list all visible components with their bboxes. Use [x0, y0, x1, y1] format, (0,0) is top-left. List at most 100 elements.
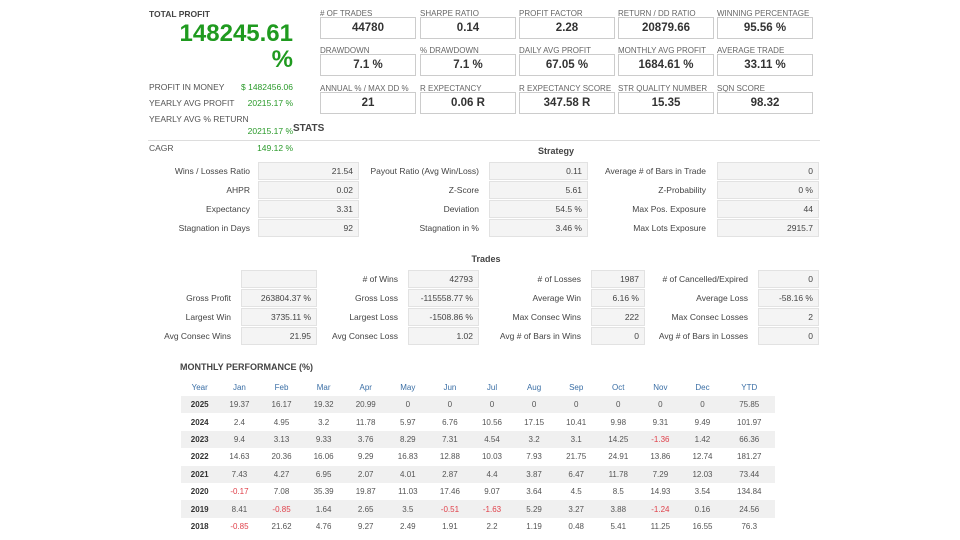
- metric-value: 347.58 R: [519, 92, 615, 114]
- stat-label: Z-Probability: [658, 185, 706, 195]
- month-value-cell: 9.31: [652, 417, 669, 427]
- month-value-cell: 8.5: [612, 487, 624, 497]
- stat-label: Max Lots Exposure: [633, 223, 706, 233]
- month-value-cell: 0: [597, 396, 640, 414]
- month-value-cell: 16.83: [397, 452, 418, 462]
- column-header: Year: [191, 382, 208, 392]
- trade-stat-value: 222: [591, 308, 645, 326]
- month-value-cell: 2.87: [428, 465, 471, 483]
- month-value-cell: 7.29: [639, 465, 682, 483]
- month-value-cell: 0: [681, 396, 724, 414]
- year-cell: 2020: [190, 487, 209, 497]
- month-value-cell: 4.95: [273, 417, 290, 427]
- stat-value: 2915.7: [717, 219, 819, 237]
- stat-label: Stagnation in %: [419, 223, 479, 233]
- month-value-cell: 6.47: [555, 465, 598, 483]
- month-value-cell: 12.88: [439, 452, 460, 462]
- month-value-cell: 12.03: [681, 465, 724, 483]
- year-cell: 2025: [181, 396, 219, 414]
- month-value-cell: -0.17: [230, 487, 249, 497]
- month-value-cell: 0: [470, 396, 514, 414]
- month-value-cell: -1.63: [470, 500, 514, 518]
- month-value-cell: 9.98: [610, 417, 627, 427]
- trade-stat-label: Largest Loss: [349, 312, 398, 322]
- stat-value: 0 %: [717, 181, 819, 199]
- month-value-cell: 20.36: [271, 452, 292, 462]
- monthly-performance-table: Year Jan Feb Mar Apr May Jun Jul Aug Sep Oct Nov Dec…: [181, 378, 775, 535]
- month-value-cell: 4.01: [386, 465, 429, 483]
- month-value-cell: 5.29: [513, 500, 556, 518]
- trade-stat-value: -58.16 %: [758, 289, 819, 307]
- month-value-cell: 0: [386, 396, 429, 414]
- month-value-cell: 7.31: [428, 430, 471, 449]
- month-value-cell: 24.91: [608, 452, 629, 462]
- month-value-cell: 14.63: [229, 452, 250, 462]
- month-value-cell: 3.5: [386, 500, 429, 518]
- table-row: 2024 2.4 4.95 3.2 11.78 5.97 6.76 10.56 17.15 10.…: [181, 413, 775, 430]
- month-value-cell: 11.03: [398, 487, 418, 497]
- stat-label: Expectancy: [206, 204, 250, 214]
- divider: [148, 140, 820, 141]
- trade-stat-label: Gross Loss: [355, 293, 398, 303]
- month-value-cell: 2.4: [233, 417, 245, 427]
- stat-value: 0: [717, 162, 819, 180]
- trade-stat-value: 0: [758, 327, 819, 345]
- month-value-cell: -1.36: [639, 430, 682, 449]
- month-value-cell: 76.3: [741, 521, 758, 531]
- stat-label: AHPR: [226, 185, 250, 195]
- month-value-cell: 6.95: [302, 465, 345, 483]
- month-value-cell: 4.54: [470, 430, 514, 449]
- table-row: 2020 -0.17 7.08 35.39 19.87 11.03 17.46 9.07 3.6…: [181, 483, 775, 500]
- month-value-cell: 9.07: [484, 487, 500, 497]
- year-cell: 2021: [181, 465, 219, 483]
- month-value-cell: 10.41: [566, 417, 587, 427]
- column-header: Feb: [274, 382, 289, 392]
- month-value-cell: 3.64: [526, 487, 542, 497]
- yearly-avg-return-label: YEARLY AVG % RETURN: [149, 114, 249, 124]
- month-value-cell: -0.85: [260, 500, 303, 518]
- month-value-cell: 12.74: [692, 452, 713, 462]
- month-value-cell: 7.08: [273, 487, 290, 497]
- month-value-cell: 8.41: [218, 500, 261, 518]
- month-value-cell: 73.44: [723, 465, 775, 483]
- month-value-cell: 3.88: [597, 500, 640, 518]
- month-value-cell: 2.2: [486, 521, 498, 531]
- column-header: Nov: [653, 382, 668, 392]
- table-row: 2023 9.4 3.13 9.33 3.76 8.29 7.31 4.54 3.2 3.1 14.…: [181, 430, 775, 449]
- column-header: Jun: [443, 382, 457, 392]
- profit-in-money-value: $ 1482456.06: [241, 82, 293, 92]
- month-value-cell: 9.29: [357, 452, 374, 462]
- year-cell: 2024: [190, 417, 209, 427]
- month-value-cell: 0.48: [568, 521, 584, 531]
- month-value-cell: 16.55: [692, 521, 713, 531]
- yearly-avg-profit-value: 20215.17 %: [247, 98, 293, 108]
- year-cell: 2019: [181, 500, 219, 518]
- month-value-cell: 3.13: [260, 430, 303, 449]
- month-value-cell: 3.27: [555, 500, 598, 518]
- metric-value: 0.06 R: [420, 92, 516, 114]
- month-value-cell: 4.76: [315, 521, 332, 531]
- metric-value: 33.11 %: [717, 54, 813, 76]
- month-value-cell: 11.78: [597, 465, 640, 483]
- trade-stat-value: 1.02: [408, 327, 479, 345]
- trade-stat-value: 42793: [408, 270, 479, 288]
- stat-label: Z-Score: [448, 185, 479, 195]
- metric-value: 67.05 %: [519, 54, 615, 76]
- trade-stat-label: Gross Profit: [186, 293, 231, 303]
- cagr-value: 149.12 %: [257, 143, 293, 153]
- month-value-cell: -1.24: [639, 500, 682, 518]
- month-value-cell: 13.86: [650, 452, 671, 462]
- month-value-cell: 14.93: [650, 487, 671, 497]
- total-profit-value: 148245.61: [179, 20, 293, 47]
- trade-stat-label: # of Cancelled/Expired: [662, 274, 748, 284]
- month-value-cell: 0: [639, 396, 682, 414]
- month-value-cell: 134.84: [737, 487, 762, 497]
- stat-label: Deviation: [443, 204, 479, 214]
- month-value-cell: 1.91: [442, 521, 458, 531]
- table-row: 2019 8.41 -0.85 1.64 2.65 3.5 -0.51 -1.63 5.29 3.…: [181, 500, 775, 518]
- month-value-cell: 10.56: [481, 417, 503, 427]
- month-value-cell: 6.76: [442, 417, 458, 427]
- month-value-cell: 5.41: [610, 521, 627, 531]
- trade-stat-value: 0: [758, 270, 819, 288]
- trade-stat-value: 2: [758, 308, 819, 326]
